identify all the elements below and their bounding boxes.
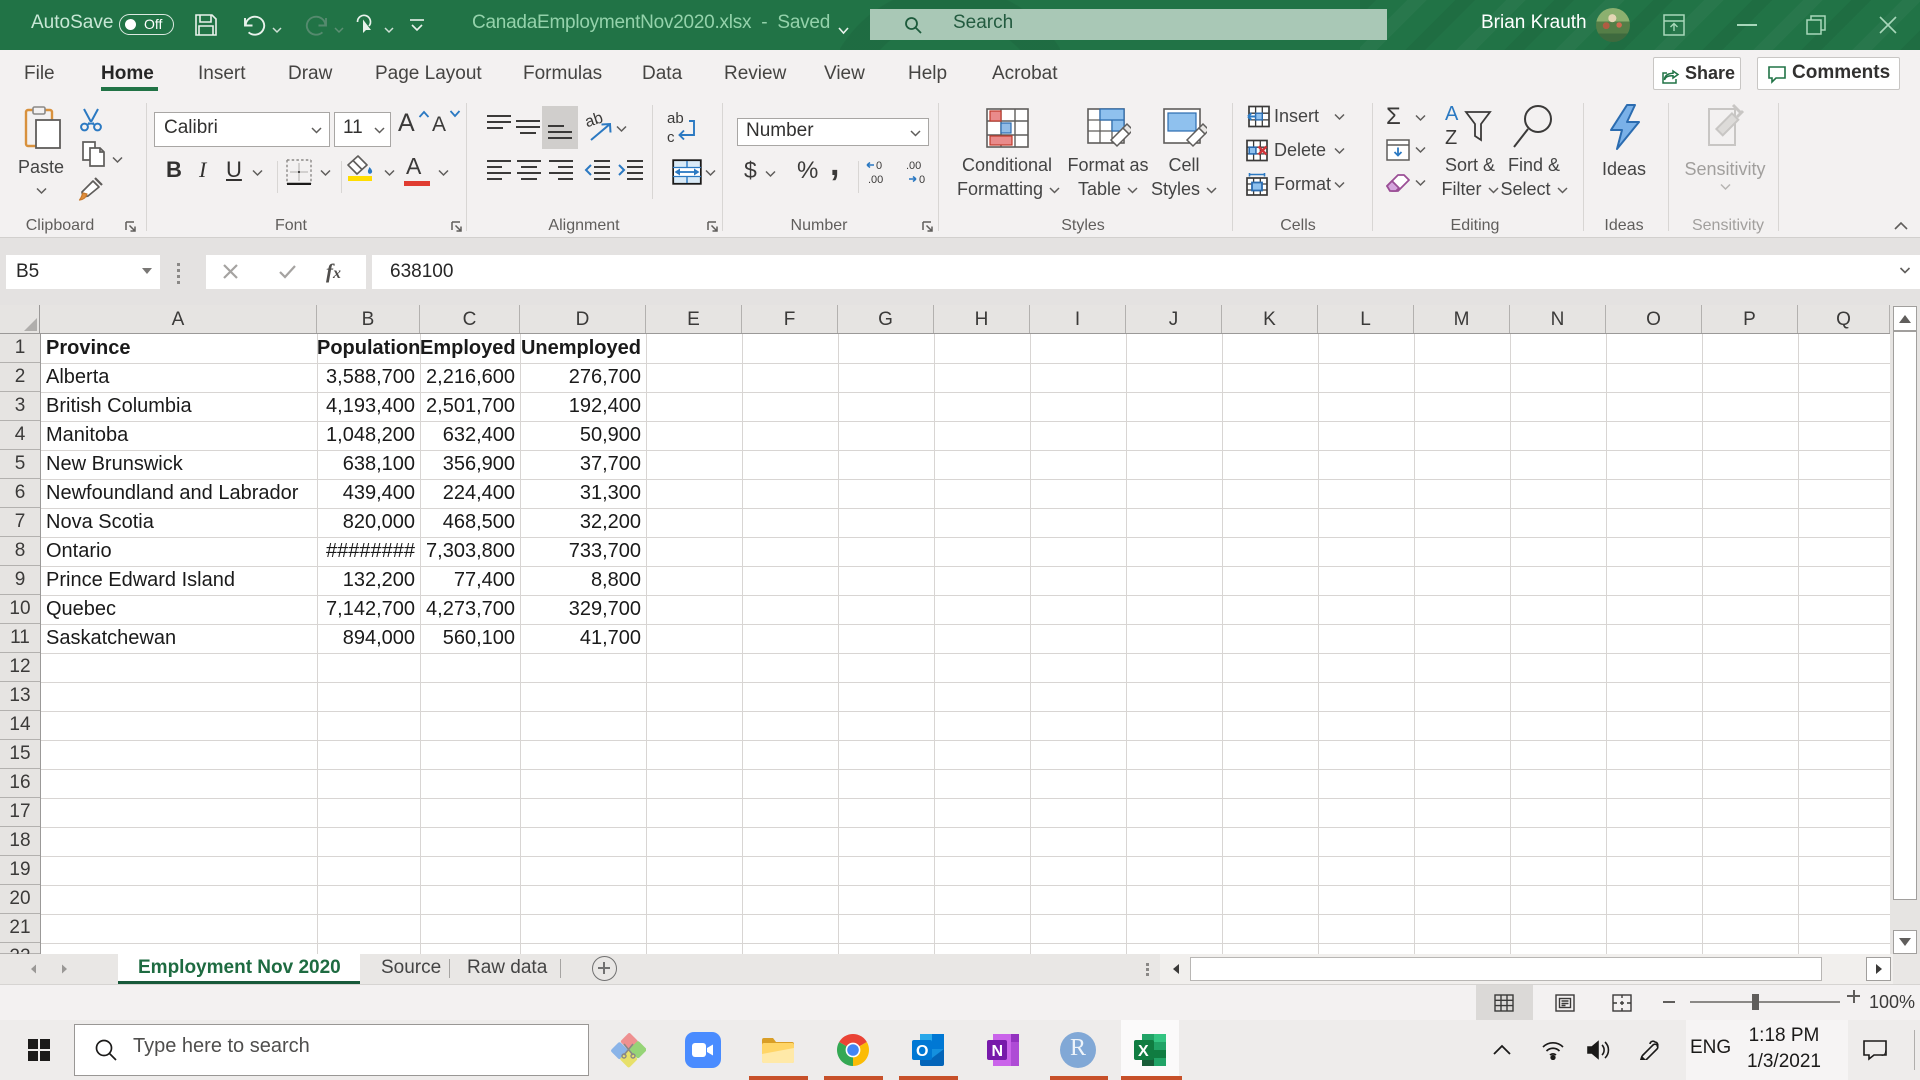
svg-text:0: 0 (919, 174, 925, 186)
svg-text:N: N (992, 1043, 1004, 1060)
svg-text:0: 0 (876, 160, 882, 172)
svg-text:X: X (1138, 1043, 1149, 1060)
svg-text:A: A (1445, 104, 1459, 125)
svg-text:ab: ab (667, 110, 684, 127)
svg-text:Z: Z (1445, 127, 1457, 149)
svg-text:.00: .00 (906, 160, 921, 172)
svg-text:c: c (667, 129, 675, 145)
svg-text:.00: .00 (868, 174, 883, 186)
svg-text:O: O (916, 1043, 928, 1060)
svg-text:ab: ab (584, 111, 605, 131)
